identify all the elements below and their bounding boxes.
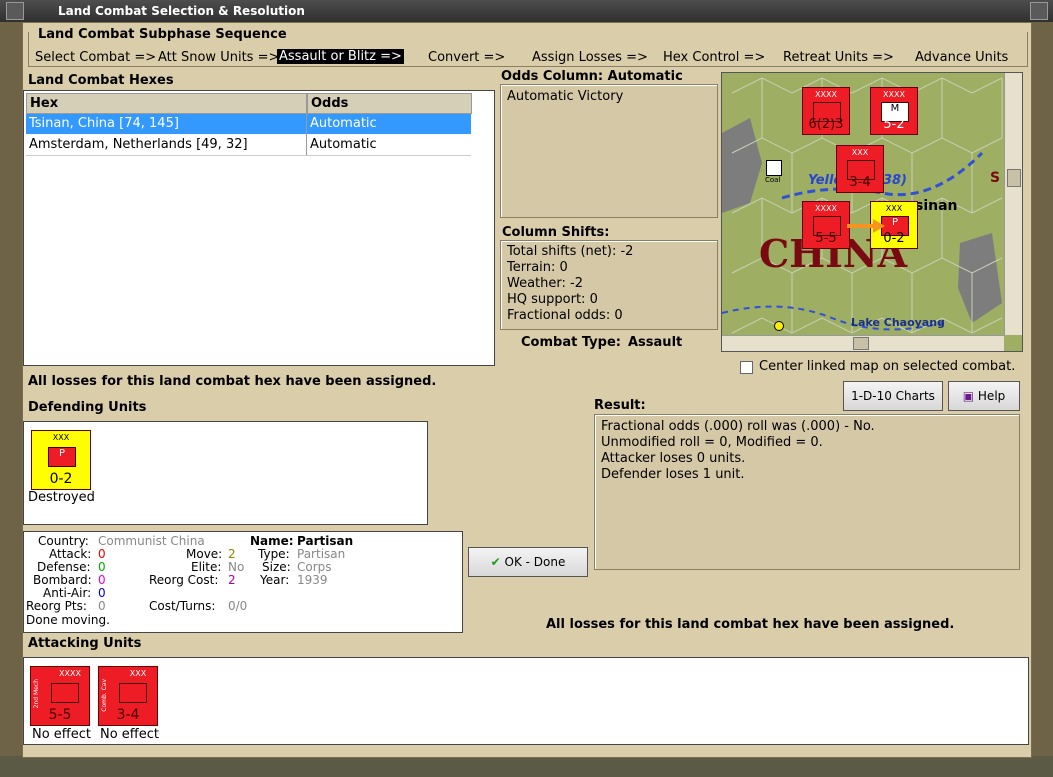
subphase-title: Land Combat Subphase Sequence — [36, 27, 289, 42]
step-retreat-units: Retreat Units => — [783, 50, 894, 65]
attacking-unit-status: No effect — [32, 727, 92, 742]
center-map-checkbox[interactable] — [740, 361, 753, 374]
result-line-2: Unmodified roll = 0, Modified = 0. — [601, 435, 823, 450]
step-advance-units: Advance Units — [915, 50, 1009, 65]
odds-value: Automatic Victory — [507, 89, 624, 104]
result-line-4: Defender loses 1 unit. — [601, 467, 745, 482]
checkmark-icon: ✔ — [490, 555, 501, 569]
shift-fractional: Fractional odds: 0 — [507, 308, 623, 323]
map-counter-6-2-3[interactable]: XXXX 6(2)3 — [802, 87, 850, 135]
attacking-title: Attacking Units — [28, 636, 142, 651]
coal-label: Coal — [765, 176, 781, 184]
result-box: Fractional odds (.000) roll was (.000) -… — [594, 414, 1020, 570]
map-vscroll-thumb[interactable] — [1007, 169, 1021, 187]
result-line-1: Fractional odds (.000) roll was (.000) -… — [601, 419, 875, 434]
hexes-table: Hex Odds Tsinan, China [74, 145] Automat… — [23, 90, 495, 366]
map-hscroll-thumb[interactable] — [853, 337, 869, 350]
shifts-box: Total shifts (net): -2 Terrain: 0 Weathe… — [500, 240, 718, 330]
hexes-title: Land Combat Hexes — [28, 73, 174, 88]
coal-icon — [766, 160, 782, 176]
shift-hq: HQ support: 0 — [507, 292, 598, 307]
map-counter-5-2[interactable]: XXXX M 5-2 — [870, 87, 918, 135]
shift-total: Total shifts (net): -2 — [507, 244, 634, 259]
step-assault-active: Assault or Blitz => — [277, 49, 404, 64]
map-horizontal-scrollbar[interactable] — [722, 335, 1004, 351]
step-select-combat: Select Combat => — [35, 50, 157, 65]
map-edge-label: S — [990, 170, 1001, 186]
window-title-bar[interactable]: Land Combat Selection & Resolution — [0, 0, 1053, 22]
shifts-title: Column Shifts: — [502, 225, 610, 240]
map-vertical-scrollbar[interactable] — [1004, 73, 1022, 335]
charts-button[interactable]: 1-D-10 Charts — [843, 381, 943, 411]
linked-map[interactable]: Coal Yellow (1938) sinan CHINA S Lake Ch… — [721, 72, 1023, 352]
costturns-value: 0/0 — [228, 599, 248, 613]
status-bottom: All losses for this land combat hex have… — [546, 617, 955, 632]
close-icon[interactable] — [1030, 2, 1048, 20]
mech-symbol-icon — [51, 683, 79, 703]
result-title: Result: — [594, 398, 646, 413]
city-marker-icon — [774, 321, 784, 331]
map-counter-5-5[interactable]: XXXX 5-5 — [802, 201, 850, 249]
shift-weather: Weather: -2 — [507, 276, 583, 291]
result-line-3: Attacker loses 0 units. — [601, 451, 746, 466]
attacking-unit-counter[interactable]: XXX Comb. Cav 3-4 — [98, 666, 158, 726]
defending-units-box: XXX P 0-2 Destroyed — [23, 421, 428, 525]
step-assign-losses: Assign Losses => — [532, 50, 648, 65]
done-moving: Done moving. — [26, 613, 110, 627]
attacking-unit-counter[interactable]: XXXX 2nd Mech 5-5 — [30, 666, 90, 726]
attacking-units-box: XXXX 2nd Mech 5-5 No effect XXX Comb. Ca… — [23, 657, 1029, 745]
col-header-odds[interactable]: Odds — [307, 93, 472, 114]
window-title: Land Combat Selection & Resolution — [58, 4, 305, 18]
lake-label: Lake Chaoyang — [851, 316, 945, 329]
center-map-label: Center linked map on selected combat. — [759, 359, 1016, 374]
partisan-symbol-icon: P — [48, 447, 76, 467]
shift-terrain: Terrain: 0 — [507, 260, 568, 275]
ok-done-label: OK - Done — [504, 555, 566, 569]
city-label: sinan — [915, 198, 958, 214]
unit-details-panel: Country: Communist China Attack: 0 Defen… — [23, 531, 463, 633]
reorgcost-value: 2 — [228, 573, 236, 587]
year-value: 1939 — [297, 573, 328, 587]
combat-type-label: Combat Type: — [521, 335, 621, 350]
help-button-label: Help — [977, 389, 1006, 403]
odds-box: Automatic Victory — [500, 84, 718, 218]
step-hex-control: Hex Control => — [663, 50, 766, 65]
step-convert: Convert => — [428, 50, 506, 65]
odds-title: Odds Column: Automatic — [501, 69, 683, 84]
defending-title: Defending Units — [28, 400, 147, 415]
window-menu-icon[interactable] — [6, 2, 24, 20]
table-row[interactable]: Amsterdam, Netherlands [49, 32] Automati… — [26, 135, 471, 156]
left-map-strip — [0, 22, 22, 777]
cavalry-symbol-icon — [119, 683, 147, 703]
combat-type-value: Assault — [628, 335, 683, 350]
reorgpts-value: 0 — [98, 599, 106, 613]
help-button[interactable]: ▣ Help — [948, 381, 1020, 411]
attack-arrow-icon — [847, 219, 885, 233]
defending-unit-counter[interactable]: XXX P 0-2 — [31, 430, 91, 490]
step-att-snow: Att Snow Units => — [158, 50, 280, 65]
defending-unit-status: Destroyed — [28, 490, 95, 505]
status-top: All losses for this land combat hex have… — [28, 374, 437, 389]
table-row[interactable]: Tsinan, China [74, 145] Automatic — [26, 114, 471, 134]
map-counter-3-4[interactable]: XXX 3-4 — [836, 145, 884, 193]
attacking-unit-status: No effect — [100, 727, 160, 742]
col-header-hex[interactable]: Hex — [26, 93, 308, 114]
ok-done-button[interactable]: ✔ OK - Done — [468, 547, 588, 577]
help-book-icon: ▣ — [962, 389, 975, 403]
right-map-strip — [1030, 22, 1053, 777]
bottom-map-strip — [0, 756, 1053, 777]
